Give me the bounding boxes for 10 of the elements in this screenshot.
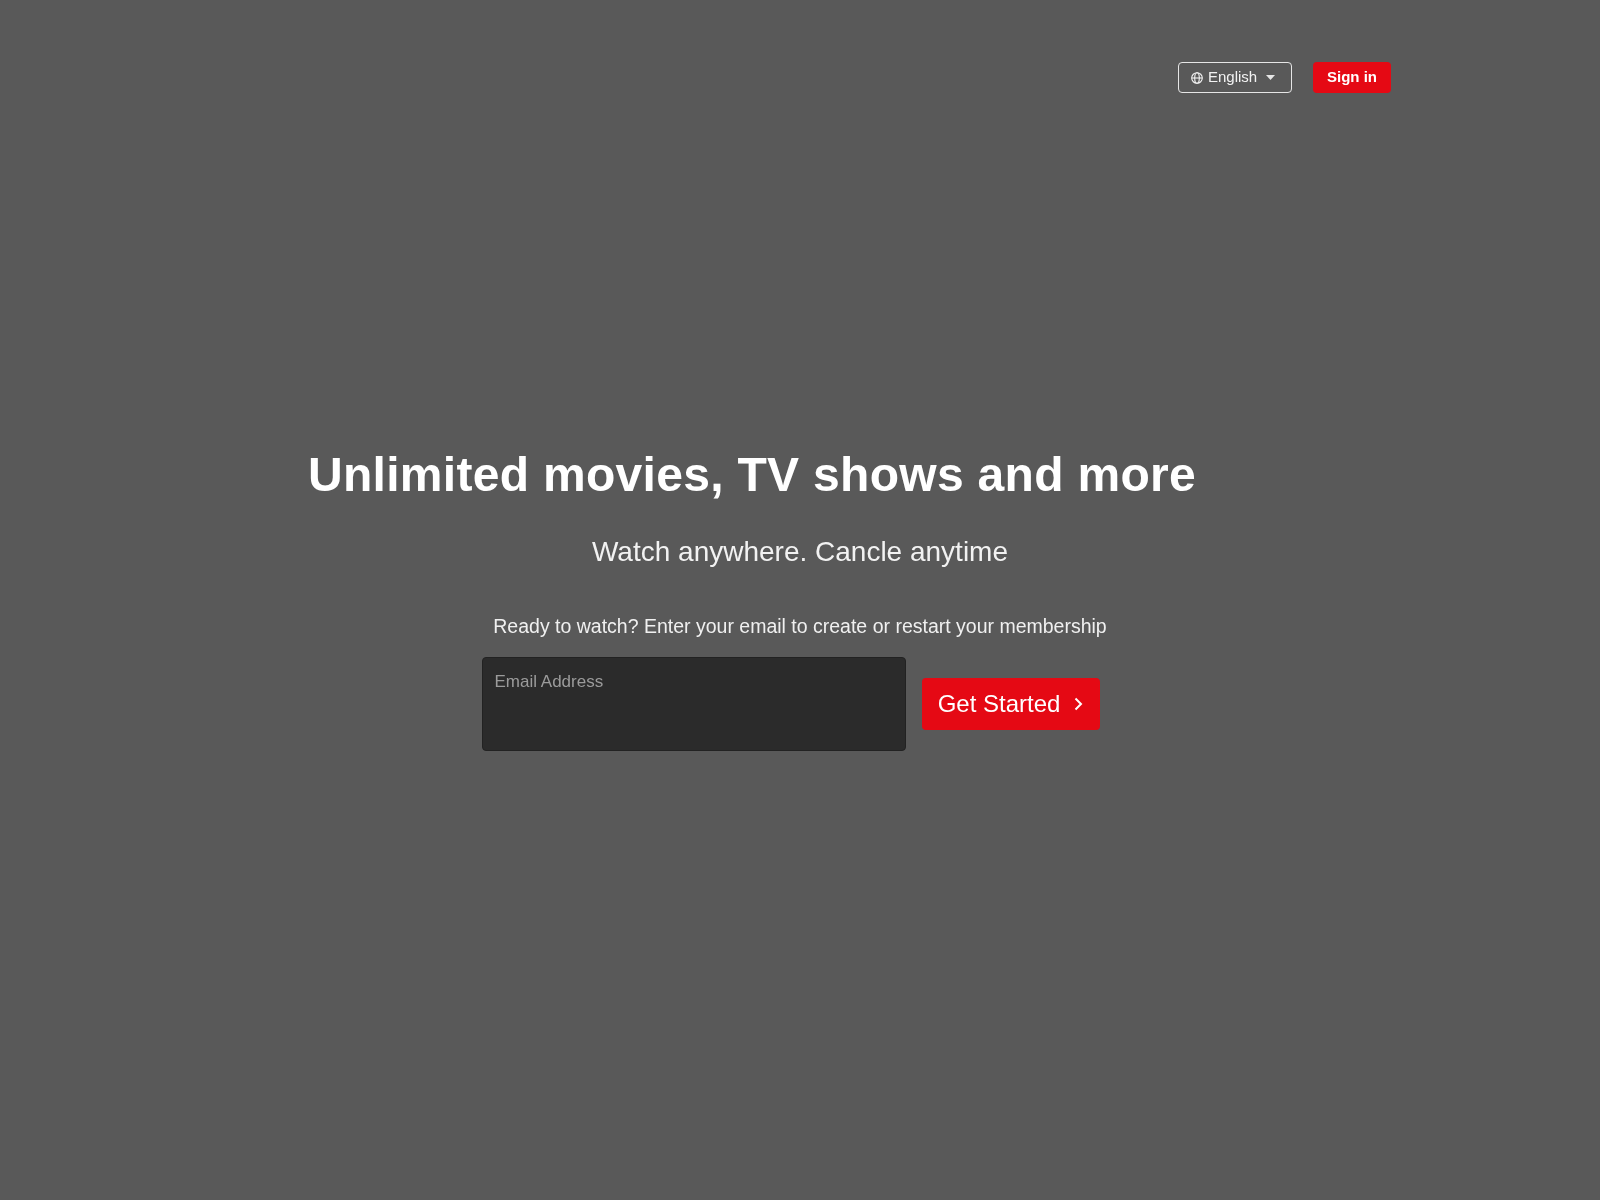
chevron-right-icon bbox=[1074, 696, 1084, 711]
caret-icon bbox=[1266, 75, 1276, 80]
get-started-button[interactable]: Get Started bbox=[921, 677, 1100, 730]
globe-icon bbox=[1191, 71, 1203, 84]
hero-subtitle: Watch anywhere. Cancle anytime bbox=[591, 534, 1008, 569]
hero-title: Unlimited movies, TV shows and more bbox=[308, 447, 1196, 503]
sign-in-button[interactable]: Sign in bbox=[1313, 62, 1391, 93]
signup-prompt: Ready to watch? Enter your email to create or restart your membership bbox=[493, 615, 1107, 639]
language-selector[interactable]: English bbox=[1178, 62, 1292, 93]
email-field[interactable]: Email Address bbox=[481, 656, 906, 751]
